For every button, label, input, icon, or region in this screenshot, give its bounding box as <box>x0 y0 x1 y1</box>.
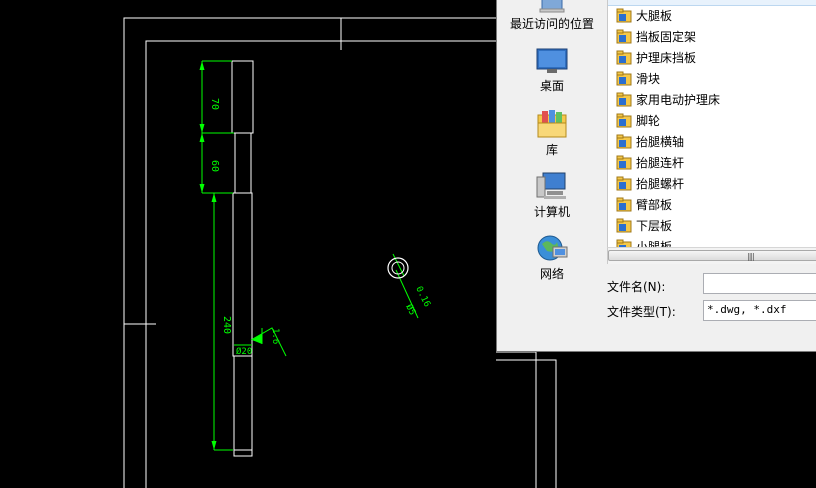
place-computer-label: 计算机 <box>533 205 570 219</box>
place-computer[interactable]: 计算机 <box>497 171 607 220</box>
scrollbar-thumb[interactable] <box>608 250 816 261</box>
scrollbar-grip-icon: |||| <box>747 252 755 261</box>
file-list-item-label: 下层板 <box>636 219 673 233</box>
file-list-item[interactable]: 滑块 <box>616 68 660 89</box>
file-list-item[interactable]: 脚轮 <box>616 110 660 131</box>
filename-label: 文件名(N): <box>607 280 666 294</box>
filetype-value: *.dwg, *.dxf <box>707 303 787 316</box>
file-list-item-label: 挡板固定架 <box>636 30 697 44</box>
file-list-item[interactable]: 家用电动护理床 <box>616 89 720 110</box>
file-list-item[interactable]: 下层板 <box>616 215 672 236</box>
filetype-select[interactable]: *.dwg, *.dxf <box>703 300 816 321</box>
file-list-item[interactable]: 抬腿连杆 <box>616 152 684 173</box>
file-list-item-label: 抬腿连杆 <box>636 156 685 170</box>
file-list-item-label: 抬腿横轴 <box>636 135 685 149</box>
filename-input[interactable] <box>703 273 816 294</box>
filetype-label: 文件类型(T): <box>607 305 676 319</box>
cad-folder-icon <box>616 50 632 65</box>
place-libraries-label: 库 <box>545 143 558 157</box>
cad-folder-icon <box>616 113 632 128</box>
cad-folder-icon <box>616 8 632 23</box>
place-recent-label: 最近访问的位置 <box>509 17 594 31</box>
file-list-item-label: 臂部板 <box>636 198 673 212</box>
file-list-item-label: 抬腿螺杆 <box>636 177 685 191</box>
shaft-part <box>231 60 254 457</box>
file-list-item[interactable]: 抬腿横轴 <box>616 131 684 152</box>
libraries-icon <box>537 110 567 138</box>
drawing-frame <box>123 17 557 488</box>
file-list-item-label: 脚轮 <box>636 114 661 128</box>
dim-text-diameter: Ø20 <box>236 346 252 357</box>
file-list[interactable]: 大腿板挡板固定架护理床挡板滑块家用电动护理床 脚轮抬腿横轴抬腿连杆抬腿螺杆臂部板下… <box>607 0 816 248</box>
file-list-item-label: 大腿板 <box>636 9 673 23</box>
callout-text-tolerance: 0.16 <box>413 285 431 309</box>
file-list-item-label: 护理床挡板 <box>636 51 697 65</box>
cad-folder-icon <box>616 197 632 212</box>
desktop-icon <box>536 48 568 73</box>
places-bar: 最近访问的位置 桌面 库 计算机 网络 <box>497 0 607 281</box>
cad-folder-icon <box>616 71 632 86</box>
file-list-item-label: 家用电动护理床 <box>636 93 721 107</box>
cad-folder-icon <box>616 218 632 233</box>
file-list-item[interactable]: 臂部板 <box>616 194 672 215</box>
file-list-item[interactable]: 护理床挡板 <box>616 47 696 68</box>
file-open-dialog: 最近访问的位置 桌面 库 计算机 网络 大腿板 挡板固定架 护理床挡板 滑块 家… <box>496 0 816 352</box>
place-network-label: 网络 <box>539 267 564 281</box>
dim-text-roughness: 1.6 <box>270 328 280 344</box>
place-libraries[interactable]: 库 <box>497 109 607 158</box>
place-desktop-label: 桌面 <box>539 79 564 93</box>
cad-folder-icon <box>616 92 632 107</box>
dim-text-240: 240 <box>221 316 232 334</box>
dim-text-70: 70 <box>209 98 220 110</box>
network-icon <box>537 235 568 261</box>
cad-folder-icon <box>616 155 632 170</box>
file-list-item[interactable]: 大腿板 <box>616 5 672 26</box>
cad-folder-icon <box>616 134 632 149</box>
cad-folder-icon <box>616 176 632 191</box>
place-desktop[interactable]: 桌面 <box>497 47 607 94</box>
recent-places-icon <box>539 0 565 13</box>
file-list-item[interactable]: 挡板固定架 <box>616 26 696 47</box>
horizontal-scrollbar[interactable]: |||| <box>607 247 816 264</box>
file-list-item-label: 滑块 <box>636 72 661 86</box>
callout-text-diameter: Ø5 <box>403 302 418 317</box>
place-network[interactable]: 网络 <box>497 233 607 282</box>
cad-folder-icon <box>616 29 632 44</box>
computer-icon <box>536 172 566 199</box>
file-list-item[interactable]: 抬腿螺杆 <box>616 173 684 194</box>
place-recent[interactable]: 最近访问的位置 <box>497 0 607 32</box>
dim-text-60: 60 <box>209 160 220 172</box>
